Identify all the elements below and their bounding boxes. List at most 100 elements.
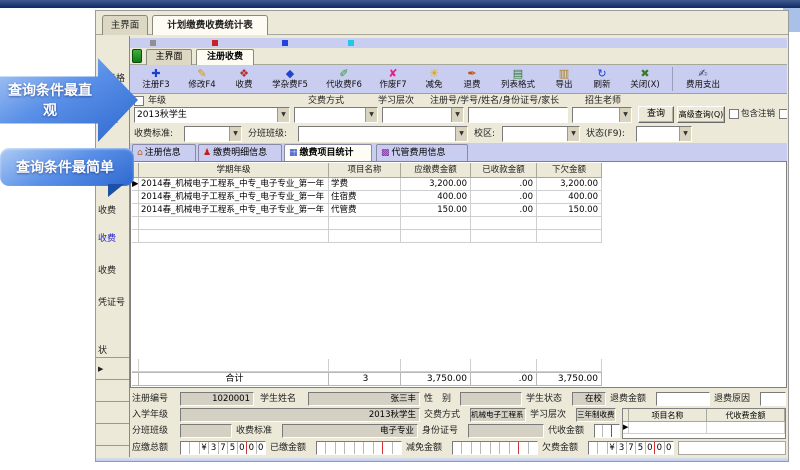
refresh-button[interactable]: ↻刷新: [583, 65, 621, 93]
recruiter-label: 招生老师: [585, 95, 621, 107]
include-cancelled-checkbox[interactable]: [729, 109, 739, 119]
sliver-gridline: [96, 423, 130, 424]
cell-term: 2014春_机械电子工程系_中专_电子专业_第一年: [139, 204, 329, 216]
sliver-label: 状: [98, 343, 107, 356]
waive-button[interactable]: ☀减免: [415, 65, 453, 93]
status-combobox[interactable]: ▼: [636, 126, 692, 142]
waived-amount-cells[interactable]: [452, 441, 538, 455]
sliver-label: 收费: [98, 263, 116, 276]
person-icon: ♟: [203, 148, 211, 158]
search-input[interactable]: [468, 107, 568, 123]
row-gutter: [132, 373, 139, 385]
tab-pay-detail[interactable]: ♟缴费明细信息: [198, 144, 282, 161]
entry-year-field[interactable]: 2013秋学生: [180, 408, 420, 422]
advanced-query-button[interactable]: 高级查询(Q): [677, 106, 725, 123]
mdi-tab-report[interactable]: 计划缴费收费统计表: [152, 15, 268, 35]
empty-cell: [471, 230, 537, 242]
chevron-down-icon[interactable]: ▼: [679, 127, 691, 141]
campus-combobox[interactable]: ▼: [502, 126, 580, 142]
row-marker-icon: ▶: [98, 365, 103, 373]
recruiter-combobox[interactable]: ▼: [572, 107, 632, 123]
red-tool-icon: [212, 40, 218, 46]
class-field[interactable]: [180, 424, 232, 438]
battery-icon: [132, 49, 142, 63]
sub-tab-main[interactable]: 主界面: [146, 49, 192, 65]
bottom-right-blank-panel: [678, 441, 786, 455]
row-gutter: [132, 359, 139, 371]
agency-table-row[interactable]: ▶: [623, 422, 785, 434]
mdi-tab-main[interactable]: 主界面: [102, 15, 148, 35]
chevron-down-icon[interactable]: ▼: [619, 108, 631, 122]
chevron-down-icon[interactable]: ▼: [451, 108, 463, 122]
tab-register-info[interactable]: ⌂注册信息: [132, 144, 196, 161]
refund-reason-field[interactable]: [760, 392, 786, 406]
table-row[interactable]: 2014春_机械电子工程系_中专_电子专业_第一年 住宿费 400.00 .00…: [132, 191, 602, 204]
pay-method-label: 交费方式: [308, 95, 344, 107]
chevron-down-icon[interactable]: ▼: [229, 127, 241, 141]
book-icon: ◆: [286, 68, 294, 80]
empty-cell: [401, 359, 471, 371]
sliver-label: 收费: [98, 231, 116, 244]
reg-no-field[interactable]: 1020001: [180, 392, 254, 406]
agency-fee-button[interactable]: ✐代收费F6: [317, 65, 371, 93]
paid-amount-cells[interactable]: [316, 441, 402, 455]
study-level-field[interactable]: 三年制收费: [576, 408, 616, 422]
tab-agency-info[interactable]: ▩代管费用信息: [376, 144, 468, 161]
agency-table-header: 项目名称 代收费金额: [623, 409, 785, 422]
void-button[interactable]: ✘作废F7: [371, 65, 415, 93]
sub-tab-register-fee[interactable]: 注册收费: [196, 49, 254, 65]
grid-header-owed: 下欠金额: [537, 163, 602, 177]
grid-header-paid: 已收款金额: [471, 163, 537, 177]
tab-pay-stats[interactable]: ▦缴费项目统计: [284, 144, 372, 161]
agency-items-table: 项目名称 代收费金额 ▶: [622, 408, 786, 439]
fee-stamp-icon: ❖: [239, 68, 249, 80]
table-row[interactable]: ▶ 2014春_机械电子工程系_中专_电子专业_第一年 学费 3,200.00 …: [132, 178, 602, 191]
refresh-icon: ↻: [597, 68, 606, 80]
empty-cell: [329, 230, 401, 242]
window-bottom-strip: [96, 457, 788, 462]
agency-amount-cells[interactable]: [594, 424, 620, 438]
grid-icon: ▦: [289, 148, 298, 158]
screenshot-canvas: 主界面 计划缴费收费统计表 显示格 学生 年 分班 联系 收费 收费 收费 凭证…: [0, 0, 800, 470]
class-fuzzy-checkbox[interactable]: [779, 109, 787, 119]
refund-amount-field[interactable]: [656, 392, 710, 406]
empty-cell: [537, 217, 602, 229]
search-label: 注册号/学号/姓名/身份证号/家长: [430, 95, 559, 107]
chevron-down-icon[interactable]: ▼: [455, 127, 467, 141]
empty-cell: [329, 217, 401, 229]
query-button[interactable]: 查询: [638, 106, 674, 123]
id-number-field[interactable]: [468, 424, 544, 438]
expense-button[interactable]: ✍费用支出: [676, 65, 730, 93]
pay-method-combobox[interactable]: ▼: [294, 107, 378, 123]
name-field[interactable]: 张三丰: [308, 392, 420, 406]
empty-cell: [537, 359, 602, 371]
collect-fee-button[interactable]: ❖收费: [225, 65, 263, 93]
modify-button[interactable]: ✎修改F4: [179, 65, 225, 93]
fee-standard-combobox[interactable]: ▼: [184, 126, 242, 142]
chevron-down-icon[interactable]: ▼: [365, 108, 377, 122]
export-button[interactable]: ▥导出: [545, 65, 583, 93]
tuition-button[interactable]: ◆学杂费F5: [263, 65, 317, 93]
grid-table: 学期年级 项目名称 应缴费金额 已收款金额 下欠金额 ▶ 2014春_机械电子工…: [132, 163, 602, 243]
grade-combobox[interactable]: 2013秋学生▼: [134, 107, 290, 123]
class-combobox[interactable]: ▼: [298, 126, 468, 142]
pay-method-field[interactable]: 机械电子工程系: [470, 408, 526, 422]
owed-amount-cells[interactable]: ¥375000: [588, 441, 674, 455]
refund-amount-label: 退费金额: [610, 393, 646, 405]
blue-plus-icon: [282, 40, 288, 46]
register-button[interactable]: ✚注册F3: [133, 65, 179, 93]
refund-button[interactable]: ✒退费: [453, 65, 491, 93]
study-level-combobox[interactable]: ▼: [382, 107, 464, 123]
owed-amount-label: 欠费金额: [542, 442, 578, 454]
total-due-cells[interactable]: ¥375000: [180, 441, 266, 455]
table-row[interactable]: 2014春_机械电子工程系_中专_电子专业_第一年 代管费 150.00 .00…: [132, 204, 602, 217]
gender-field[interactable]: [460, 392, 522, 406]
app-window: 主界面 计划缴费收费统计表 显示格 学生 年 分班 联系 收费 收费 收费 凭证…: [95, 10, 789, 462]
cell-paid: .00: [471, 178, 537, 190]
student-status-field[interactable]: 在校: [572, 392, 606, 406]
list-format-button[interactable]: ▤列表格式: [491, 65, 545, 93]
chevron-down-icon[interactable]: ▼: [567, 127, 579, 141]
chevron-down-icon[interactable]: ▼: [277, 108, 289, 122]
fee-standard-field[interactable]: 电子专业: [282, 424, 418, 438]
close-button[interactable]: ✖关闭(X): [621, 65, 669, 93]
